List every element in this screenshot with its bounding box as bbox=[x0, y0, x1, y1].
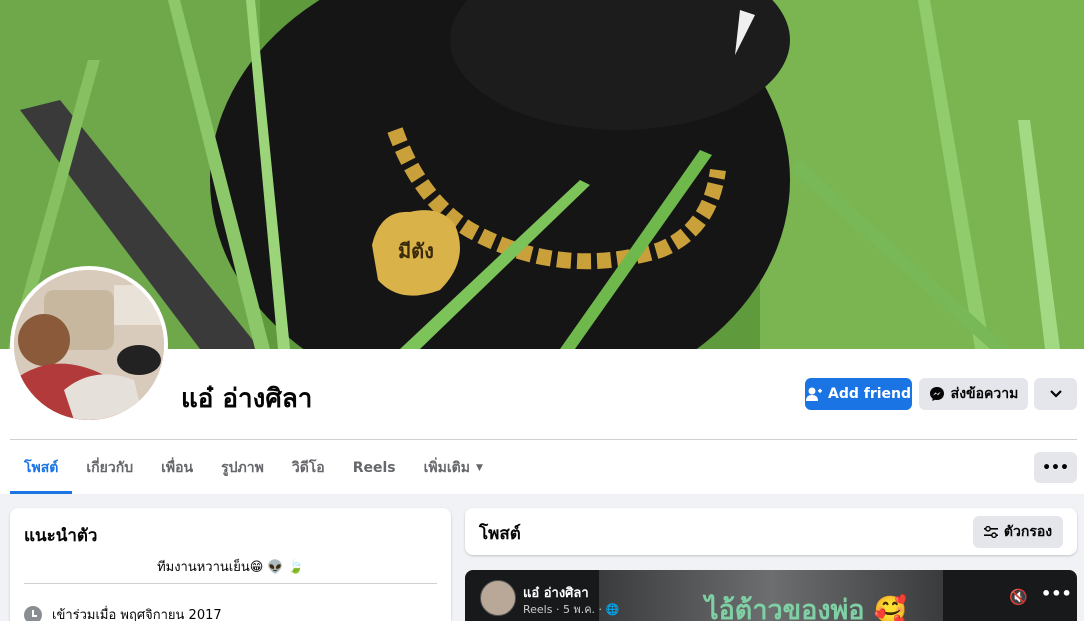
add-friend-icon bbox=[805, 387, 822, 401]
intro-title: แนะนำตัว bbox=[24, 526, 98, 546]
posts-title: โพสต์ bbox=[479, 524, 521, 544]
tab-videos[interactable]: วิดีโอ bbox=[278, 441, 339, 494]
intro-card: แนะนำตัว ทีมงานหวานเย็น😁 👽 🍃 เข้าร่วมเมื… bbox=[10, 508, 451, 621]
tab-label: รูปภาพ bbox=[221, 459, 264, 476]
mute-icon[interactable]: 🔇 bbox=[1009, 588, 1028, 606]
reel-caption: ไอ้ต้าวของพ่อ 🥰 bbox=[705, 595, 908, 621]
intro-joined: เข้าร่วมเมื่อ พฤศจิกายน 2017 bbox=[52, 608, 222, 621]
tab-label: วิดีโอ bbox=[291, 459, 325, 476]
message-button[interactable]: ส่งข้อความ bbox=[919, 378, 1028, 410]
tab-photos[interactable]: รูปภาพ bbox=[207, 441, 278, 494]
tabs-options-button[interactable]: ••• bbox=[1034, 452, 1077, 483]
reel-author-avatar[interactable] bbox=[480, 580, 516, 616]
tab-about[interactable]: เกี่ยวกับ bbox=[72, 441, 147, 494]
profile-name: แอ๋ อ่างศิลา bbox=[181, 384, 313, 414]
tab-label: โพสต์ bbox=[24, 459, 59, 476]
tab-reels[interactable]: Reels bbox=[339, 441, 410, 494]
reel-meta-text: Reels · 5 พ.ค. · bbox=[523, 603, 603, 616]
profile-tabs: โพสต์ เกี่ยวกับ เพื่อน รูปภาพ วิดีโอ Ree… bbox=[10, 441, 497, 494]
tab-label: Reels bbox=[352, 459, 396, 476]
reel-options-button[interactable]: ••• bbox=[1041, 584, 1072, 603]
profile-dropdown-button[interactable] bbox=[1034, 378, 1077, 410]
add-friend-label: Add friend bbox=[827, 386, 912, 402]
intro-joined-row: เข้าร่วมเมื่อ พฤศจิกายน 2017 bbox=[24, 604, 222, 621]
cover-tag-text: มีตัง bbox=[398, 240, 434, 263]
add-friend-button[interactable]: Add friend bbox=[805, 378, 912, 410]
tab-label: เพิ่มเติม bbox=[423, 459, 470, 476]
profile-avatar[interactable] bbox=[10, 266, 168, 424]
message-label: ส่งข้อความ bbox=[950, 386, 1019, 402]
filter-button[interactable]: ตัวกรอง bbox=[973, 516, 1063, 548]
intro-bio: ทีมงานหวานเย็น😁 👽 🍃 bbox=[157, 560, 304, 575]
tab-posts[interactable]: โพสต์ bbox=[10, 441, 73, 494]
reel-meta: Reels · 5 พ.ค. · 🌐 bbox=[523, 600, 619, 618]
filter-label: ตัวกรอง bbox=[1003, 524, 1053, 540]
avatar-image bbox=[14, 270, 164, 420]
tab-label: เพื่อน bbox=[161, 459, 194, 476]
chevron-down-icon bbox=[1049, 390, 1062, 398]
tab-more[interactable]: เพิ่มเติม ▼ bbox=[410, 441, 497, 494]
posts-header-card: โพสต์ ตัวกรอง bbox=[465, 508, 1077, 555]
cover-photo[interactable]: มีตัง bbox=[0, 0, 1084, 349]
tab-label: เกี่ยวกับ bbox=[86, 459, 134, 476]
caret-down-icon: ▼ bbox=[475, 462, 483, 473]
messenger-icon bbox=[929, 387, 944, 401]
globe-icon: 🌐 bbox=[605, 603, 620, 616]
cover-image: มีตัง bbox=[0, 0, 1084, 349]
clock-icon bbox=[24, 605, 42, 621]
header-divider bbox=[10, 439, 1077, 440]
intro-divider bbox=[24, 583, 437, 584]
tab-friends[interactable]: เพื่อน bbox=[147, 441, 207, 494]
reel-post[interactable]: ไอ้ต้าวของพ่อ 🥰 แอ๋ อ่างศิลา Reels · 5 พ… bbox=[465, 570, 1077, 621]
filter-icon bbox=[983, 526, 998, 538]
